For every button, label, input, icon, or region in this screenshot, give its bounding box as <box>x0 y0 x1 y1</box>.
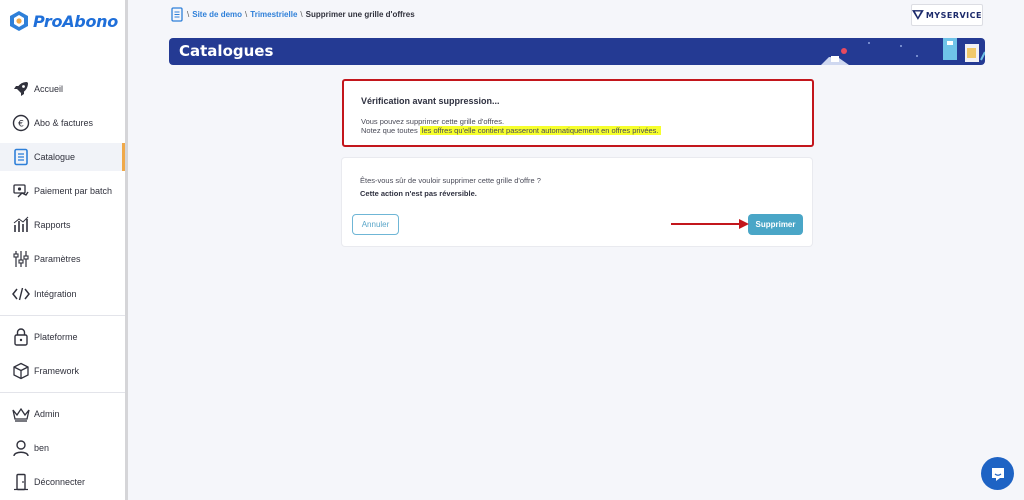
confirm-note: Cette action n'est pas réversible. <box>360 189 477 198</box>
sidebar-item-user[interactable]: ben <box>0 434 125 462</box>
catalog-icon <box>10 146 32 168</box>
breadcrumb: \ Site de demo \ Trimestrielle \ Supprim… <box>171 7 415 22</box>
confirm-question: Êtes-vous sûr de vouloir supprimer cette… <box>360 176 541 185</box>
sliders-icon <box>10 248 32 270</box>
warning-text-prefix: Notez que toutes <box>361 126 420 135</box>
myservice-logo-icon <box>912 10 924 20</box>
delete-button[interactable]: Supprimer <box>748 214 803 235</box>
sidebar-item-catalogue[interactable]: Catalogue <box>0 143 125 171</box>
breadcrumb-current: Supprimer une grille d'offres <box>305 10 415 19</box>
sidebar-item-plateforme[interactable]: Plateforme <box>0 323 125 351</box>
warning-text: Vous pouvez supprimer cette grille d'off… <box>361 117 505 126</box>
logout-icon <box>10 471 32 493</box>
breadcrumb-separator: \ <box>300 10 303 19</box>
sidebar-item-label: Paiement par batch <box>34 186 113 196</box>
sidebar-item-integration[interactable]: Intégration <box>0 280 125 308</box>
logo-text: ProAbono <box>33 11 118 31</box>
breadcrumb-site-de-demo[interactable]: Site de demo <box>192 10 242 19</box>
brand-name: MYSERVICE <box>925 10 982 20</box>
annotation-arrow-icon <box>671 219 749 229</box>
page-banner: Catalogues <box>169 38 985 65</box>
rocket-icon <box>10 78 32 100</box>
crown-icon <box>10 403 32 425</box>
sidebar-item-label: Admin <box>34 409 60 419</box>
sidebar-item-framework[interactable]: Framework <box>0 357 125 385</box>
warning-card: Vérification avant suppression... Vous p… <box>342 79 814 147</box>
sidebar-item-rapports[interactable]: Rapports <box>0 211 125 239</box>
sidebar-item-label: Catalogue <box>34 152 76 162</box>
user-icon <box>10 437 32 459</box>
sidebar-item-accueil[interactable]: Accueil <box>0 75 125 103</box>
catalog-icon[interactable] <box>171 7 183 22</box>
batch-payment-icon <box>10 180 32 202</box>
svg-text:€: € <box>18 120 24 130</box>
sidebar-item-admin[interactable]: Admin <box>0 400 125 428</box>
chat-launcher-button[interactable] <box>981 457 1014 490</box>
lock-icon <box>10 326 32 348</box>
sidebar-item-label: Intégration <box>34 289 77 299</box>
breadcrumb-trimestrielle[interactable]: Trimestrielle <box>250 10 297 19</box>
euro-icon: € <box>10 112 32 134</box>
sidebar-item-parametres[interactable]: Paramètres <box>0 245 125 273</box>
sidebar-item-label: Framework <box>34 366 80 376</box>
sidebar-item-label: Accueil <box>34 84 64 94</box>
sidebar-item-paiement-batch[interactable]: Paiement par batch <box>0 177 125 205</box>
brand-badge[interactable]: MYSERVICE <box>911 4 983 26</box>
banner-illustration <box>821 38 985 65</box>
sidebar-item-label: Rapports <box>34 220 71 230</box>
page-title: Catalogues <box>179 42 274 60</box>
logo-hexagon-icon <box>10 11 28 31</box>
sidebar-divider <box>0 392 125 393</box>
breadcrumb-separator: \ <box>245 10 248 19</box>
sidebar-divider <box>0 315 125 316</box>
warning-title: Vérification avant suppression... <box>361 96 500 106</box>
chat-icon <box>991 467 1004 481</box>
logo[interactable]: ProAbono <box>9 10 118 32</box>
cancel-button[interactable]: Annuler <box>352 214 399 235</box>
sidebar-item-label: Plateforme <box>34 332 78 342</box>
warning-highlight: les offres qu'elle contient passeront au… <box>419 126 661 135</box>
sidebar-item-label: Déconnecter <box>34 477 86 487</box>
sidebar-item-deconnecter[interactable]: Déconnecter <box>0 468 125 496</box>
reports-icon <box>10 214 32 236</box>
code-icon <box>10 283 32 305</box>
sidebar-item-abo-factures[interactable]: € Abo & factures <box>0 109 125 137</box>
warning-text: Notez que toutes les offres qu'elle cont… <box>361 126 661 135</box>
sidebar-item-label: ben <box>34 443 50 453</box>
cube-icon <box>10 360 32 382</box>
sidebar-item-label: Abo & factures <box>34 118 94 128</box>
sidebar: ProAbono Accueil € Abo & factures Catalo… <box>0 0 128 500</box>
breadcrumb-separator: \ <box>187 10 190 19</box>
confirm-card: Êtes-vous sûr de vouloir supprimer cette… <box>342 158 812 246</box>
sidebar-item-label: Paramètres <box>34 254 81 264</box>
